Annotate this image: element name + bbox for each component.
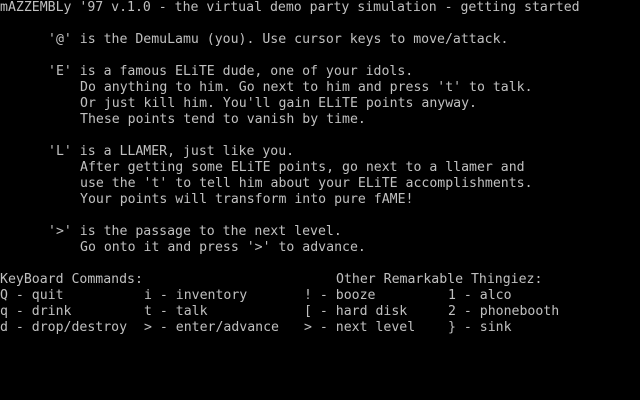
llamer-description-line: use the 't' to tell him about your ELiTE… bbox=[80, 176, 533, 191]
thing-sink: } - sink bbox=[448, 320, 512, 335]
elite-description-line: These points tend to vanish by time. bbox=[80, 112, 366, 127]
thing-alco: 1 - alco bbox=[448, 288, 512, 303]
passage-description-line: '>' is the passage to the next level. bbox=[48, 224, 342, 239]
thing-hard-disk: [ - hard disk bbox=[304, 304, 408, 319]
thing-next-level: > - next level bbox=[304, 320, 416, 335]
thing-booze: ! - booze bbox=[304, 288, 376, 303]
passage-description-line: Go onto it and press '>' to advance. bbox=[80, 240, 366, 255]
command-talk: t - talk bbox=[144, 304, 208, 319]
llamer-description-line: Your points will transform into pure fAM… bbox=[80, 192, 414, 207]
game-screen: mAZZEMBLy '97 v.1.0 - the virtual demo p… bbox=[0, 0, 640, 400]
keyboard-commands-heading: KeyBoard Commands: bbox=[0, 272, 143, 287]
command-quit: Q - quit bbox=[0, 288, 64, 303]
elite-description-line: 'E' is a famous ELiTE dude, one of your … bbox=[48, 64, 414, 79]
elite-description-line: Do anything to him. Go next to him and p… bbox=[80, 80, 533, 95]
command-drop-destroy: d - drop/destroy bbox=[0, 320, 128, 335]
command-enter-advance: > - enter/advance bbox=[144, 320, 279, 335]
title-line: mAZZEMBLy '97 v.1.0 - the virtual demo p… bbox=[0, 0, 580, 15]
command-drink: q - drink bbox=[0, 304, 72, 319]
llamer-description-line: 'L' is a LLAMER, just like you. bbox=[48, 144, 295, 159]
elite-description-line: Or just kill him. You'll gain ELiTE poin… bbox=[80, 96, 477, 111]
llamer-description-line: After getting some ELiTE points, go next… bbox=[80, 160, 525, 175]
thing-phonebooth: 2 - phonebooth bbox=[448, 304, 560, 319]
command-inventory: i - inventory bbox=[144, 288, 248, 303]
player-description: '@' is the DemuLamu (you). Use cursor ke… bbox=[48, 32, 509, 47]
thingiez-heading: Other Remarkable Thingiez: bbox=[336, 272, 543, 287]
